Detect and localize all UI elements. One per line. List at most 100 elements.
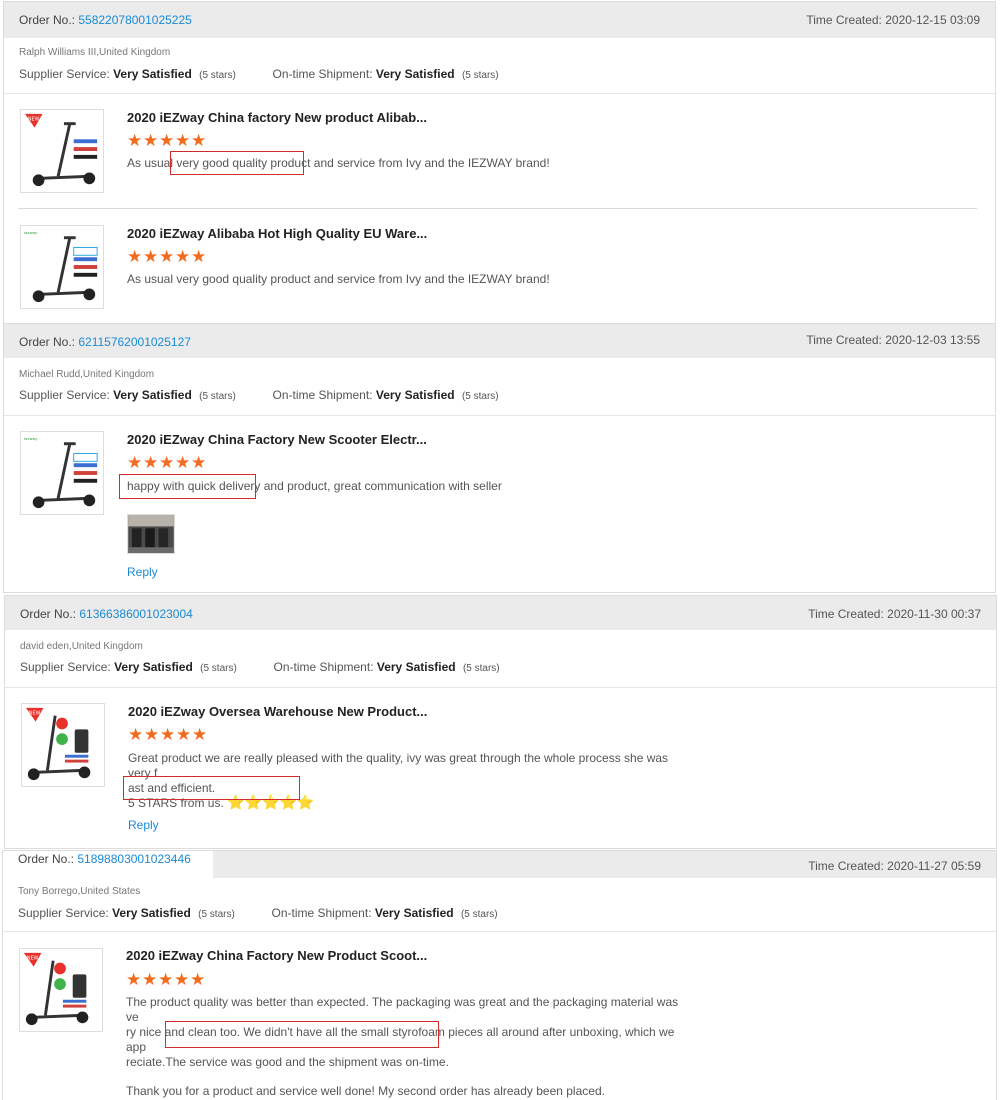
supplier-service-stars: (5 stars) (199, 70, 236, 81)
shipment-value: Very Satisfied (376, 660, 456, 674)
supplier-service-label: Supplier Service: (19, 388, 110, 402)
time-created-value: 2020-12-03 13:55 (885, 333, 980, 347)
highlight-box (170, 151, 304, 175)
shipment-stars: (5 stars) (461, 70, 499, 81)
product-title[interactable]: 2020 iEZway Oversea Warehouse New Produc… (128, 704, 427, 719)
order-number-link[interactable]: 61366386001023004 (79, 607, 192, 621)
supplier-service-stars: (5 stars) (199, 391, 236, 402)
buyer-info: david eden,United Kingdom (20, 641, 143, 652)
svg-text:NEW: NEW (27, 956, 39, 962)
time-created-label: Time Created: (808, 607, 884, 621)
scooter-image: NEW (24, 113, 98, 187)
review-photo-image (128, 515, 174, 553)
star-icon: ★ (190, 970, 206, 989)
order-ratings: Supplier Service: Very Satisfied (5 star… (18, 906, 498, 920)
product-thumbnail[interactable]: iezway (20, 225, 104, 309)
order-number-link[interactable]: 55822078001025225 (78, 13, 191, 27)
time-created-label: Time Created: (808, 859, 884, 873)
star-icon: ★ (160, 725, 176, 744)
product-rating: ★★★★★ (126, 970, 206, 989)
product-thumbnail[interactable]: NEW (19, 948, 103, 1032)
star-icon: ★ (159, 453, 175, 472)
star-icon: ★ (127, 453, 143, 472)
order-number: Order No.: 62115762001025127 (19, 335, 191, 349)
shipment-value: Very Satisfied (375, 67, 455, 81)
supplier-service-stars: (5 stars) (200, 663, 237, 674)
product-thumbnail[interactable]: iezway (20, 431, 104, 515)
star-icon: ★ (175, 131, 191, 150)
product-rating: ★★★★★ (127, 453, 207, 472)
review-comment: As usual very good quality product and s… (127, 272, 550, 286)
order-card: Order No.: 51898803001023446 Time Create… (2, 850, 997, 1100)
time-created-value: 2020-11-27 05:59 (887, 859, 981, 873)
product-title[interactable]: 2020 iEZway China factory New product Al… (127, 110, 427, 125)
scooter-image: NEW (23, 952, 89, 1026)
star-icon: ★ (128, 725, 144, 744)
order-header: Order No.: 61366386001023004 Time Create… (5, 596, 996, 630)
order-header: Order No.: 55822078001025225 Time Create… (4, 2, 995, 38)
review-comment-line: reciate.The service was good and the shi… (126, 1055, 686, 1070)
buyer-info: Tony Borrego,United States (18, 886, 141, 897)
order-ratings: Supplier Service: Very Satisfied (5 star… (20, 660, 500, 674)
svg-text:NEW: NEW (28, 117, 40, 123)
star-icon: ★ (191, 131, 207, 150)
svg-text:NEW: NEW (29, 711, 41, 717)
star-icon: ★ (143, 247, 159, 266)
time-created: Time Created: 2020-11-30 00:37 (808, 607, 981, 621)
star-icon: ★ (174, 970, 190, 989)
supplier-service-value: Very Satisfied (113, 388, 192, 402)
order-number-label: Order No.: (18, 852, 75, 866)
shipment-label: On-time Shipment: (272, 67, 373, 81)
scooter-image: iezway (24, 230, 98, 303)
star-icon: ★ (191, 247, 207, 266)
review-comment-text: The service was good and the shipment wa… (165, 1055, 449, 1069)
highlight-box (119, 474, 256, 499)
star-icon: ★ (127, 247, 143, 266)
product-title[interactable]: 2020 iEZway Alibaba Hot High Quality EU … (127, 226, 427, 241)
shipment-label: On-time Shipment: (273, 660, 374, 674)
shipment-value: Very Satisfied (375, 388, 455, 402)
order-number-label: Order No.: (20, 607, 77, 621)
order-number-label: Order No.: (19, 13, 76, 27)
star-icon: ★ (143, 453, 159, 472)
time-created-label: Time Created: (806, 13, 882, 27)
scooter-image: iezway (24, 436, 98, 509)
supplier-service-value: Very Satisfied (113, 67, 192, 81)
time-created-value: 2020-12-15 03:09 (885, 13, 980, 27)
reply-link[interactable]: Reply (127, 565, 158, 579)
star-icon: ★ (176, 725, 192, 744)
shipment-value: Very Satisfied (374, 906, 454, 920)
star-icon: ★ (159, 247, 175, 266)
order-number: Order No.: 61366386001023004 (20, 607, 193, 621)
star-icon: ★ (192, 725, 208, 744)
order-header: Order No.: 62115762001025127 Time Create… (4, 324, 995, 358)
order-number: Order No.: 55822078001025225 (19, 13, 192, 27)
time-created: Time Created: 2020-11-27 05:59 (808, 859, 981, 873)
product-thumbnail[interactable]: NEW (21, 703, 105, 787)
product-rating: ★★★★★ (127, 131, 207, 150)
order-number-link[interactable]: 62115762001025127 (78, 335, 191, 349)
review-comment-line: Thank you for a product and service well… (126, 1084, 605, 1098)
star-icon: ★ (144, 725, 160, 744)
order-ratings: Supplier Service: Very Satisfied (5 star… (19, 388, 499, 402)
product-title[interactable]: 2020 iEZway China Factory New Scooter El… (127, 432, 427, 447)
star-icon: ★ (143, 131, 159, 150)
highlight-box (123, 776, 300, 800)
product-title[interactable]: 2020 iEZway China Factory New Product Sc… (126, 948, 427, 963)
star-icon: ★ (158, 970, 174, 989)
star-icon: ★ (159, 131, 175, 150)
review-photo[interactable] (127, 514, 175, 554)
shipment-stars: (5 stars) (461, 391, 499, 402)
highlight-box (165, 1021, 439, 1048)
product-rating: ★★★★★ (128, 725, 208, 744)
order-card: Order No.: 62115762001025127 Time Create… (3, 323, 996, 593)
supplier-service-value: Very Satisfied (112, 906, 191, 920)
svg-text:iezway: iezway (24, 230, 38, 235)
shipment-stars: (5 stars) (460, 909, 498, 920)
product-thumbnail[interactable]: NEW (20, 109, 104, 193)
review-comment-text: reciate. (126, 1055, 166, 1069)
order-number-link[interactable]: 51898803001023446 (77, 852, 190, 866)
star-icon: ★ (191, 453, 207, 472)
star-icon: ★ (126, 970, 142, 989)
reply-link[interactable]: Reply (128, 818, 159, 832)
